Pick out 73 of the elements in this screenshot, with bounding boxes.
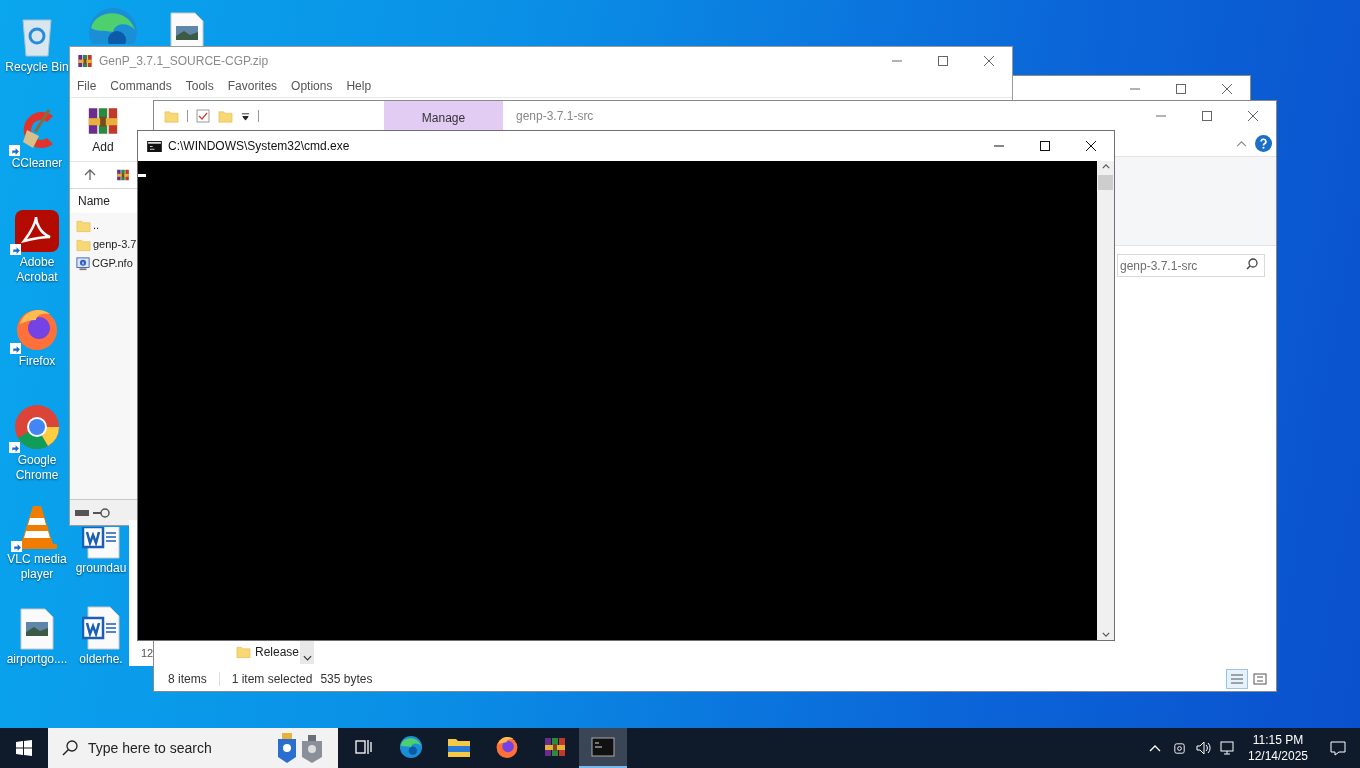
folder-icon bbox=[447, 736, 471, 758]
volume-icon[interactable] bbox=[1196, 740, 1212, 756]
menu-item[interactable]: Options bbox=[291, 77, 333, 95]
info-file-icon bbox=[76, 256, 90, 271]
windows-logo-icon bbox=[16, 740, 32, 756]
search-icon[interactable] bbox=[1246, 257, 1258, 270]
folder-icon bbox=[218, 108, 233, 124]
item-count: 8 items bbox=[168, 671, 207, 688]
books-icon bbox=[116, 168, 130, 182]
maximize-icon bbox=[1202, 111, 1212, 121]
browser-icon bbox=[13, 403, 61, 451]
maximize-icon bbox=[938, 56, 948, 66]
panel-text: 12 bbox=[141, 645, 154, 661]
scrollbar[interactable] bbox=[1097, 161, 1114, 640]
selection-size: 535 bytes bbox=[320, 671, 373, 688]
clock[interactable]: 11:15 PM 12/14/2025 bbox=[1240, 728, 1316, 768]
task-view-icon bbox=[353, 737, 373, 757]
search-field[interactable]: genp-3.7.1-src bbox=[1117, 254, 1265, 277]
large-icons-view-icon bbox=[1253, 673, 1267, 685]
scroll-thumb[interactable] bbox=[1098, 175, 1113, 190]
file-row[interactable]: Release bbox=[236, 639, 300, 664]
close-icon bbox=[1248, 111, 1258, 121]
pdf-app-icon bbox=[14, 209, 60, 253]
menu-item[interactable]: Commands bbox=[110, 77, 172, 95]
window-title: genp-3.7.1-src bbox=[516, 108, 594, 125]
menu-item[interactable]: Favorites bbox=[227, 77, 278, 95]
file-row[interactable]: .. bbox=[76, 216, 100, 235]
expand-button[interactable] bbox=[300, 639, 315, 664]
close-icon bbox=[1222, 84, 1232, 94]
chevron-up-icon[interactable] bbox=[1149, 744, 1161, 752]
menu-item[interactable]: Help bbox=[346, 77, 372, 95]
checklist-icon[interactable] bbox=[196, 109, 210, 123]
network-icon[interactable] bbox=[1220, 740, 1236, 756]
maximize-icon bbox=[1176, 84, 1186, 94]
close-icon bbox=[984, 56, 994, 66]
column-header[interactable]: Name bbox=[78, 192, 110, 210]
details-view-icon bbox=[1230, 673, 1244, 685]
close-icon bbox=[1086, 141, 1096, 151]
taskbar-search-field[interactable]: Type here to search bbox=[48, 728, 338, 768]
drive-icon bbox=[75, 509, 89, 516]
wave-app-icon bbox=[399, 735, 423, 759]
camera-icon[interactable] bbox=[1172, 740, 1187, 756]
search-icon bbox=[62, 740, 78, 756]
toolbar-button[interactable]: Add bbox=[85, 103, 121, 156]
menu-item[interactable]: Tools bbox=[185, 77, 214, 95]
key-icon bbox=[92, 507, 110, 518]
ribbon-tab[interactable]: Manage bbox=[384, 101, 503, 131]
word-document-icon bbox=[82, 606, 120, 650]
window-title: C:\WINDOWS\System32\cmd.exe bbox=[168, 138, 350, 155]
taskbar-app-button[interactable] bbox=[579, 728, 627, 768]
scroll-down-icon[interactable] bbox=[1101, 632, 1110, 637]
chevron-down-icon bbox=[302, 655, 312, 661]
desktop-shortcut[interactable] bbox=[170, 10, 204, 46]
dropdown-icon[interactable] bbox=[241, 111, 250, 121]
speech-bubble-icon bbox=[1330, 740, 1346, 756]
books-icon bbox=[77, 53, 93, 69]
books-icon bbox=[543, 735, 567, 759]
terminal-icon bbox=[591, 737, 615, 757]
help-icon[interactable] bbox=[1255, 135, 1272, 152]
file-row[interactable]: CGP.nfo bbox=[76, 254, 133, 273]
fox-globe-icon bbox=[495, 735, 519, 759]
folder-icon bbox=[164, 108, 179, 124]
menu-item[interactable]: File bbox=[77, 77, 97, 95]
up-arrow-icon[interactable] bbox=[84, 169, 96, 181]
terminal-icon bbox=[147, 140, 162, 152]
file-row[interactable]: genp-3.7 bbox=[76, 235, 137, 254]
desktop-shortcut[interactable] bbox=[82, 527, 120, 559]
maximize-icon bbox=[1040, 141, 1050, 151]
collapse-ribbon-icon[interactable] bbox=[1236, 140, 1247, 147]
selection-status: 1 item selected bbox=[231, 671, 313, 688]
scroll-up-icon[interactable] bbox=[1101, 164, 1110, 169]
window-title: GenP_3.7.1_SOURCE-CGP.zip bbox=[99, 53, 269, 70]
image-file-icon bbox=[20, 608, 54, 650]
